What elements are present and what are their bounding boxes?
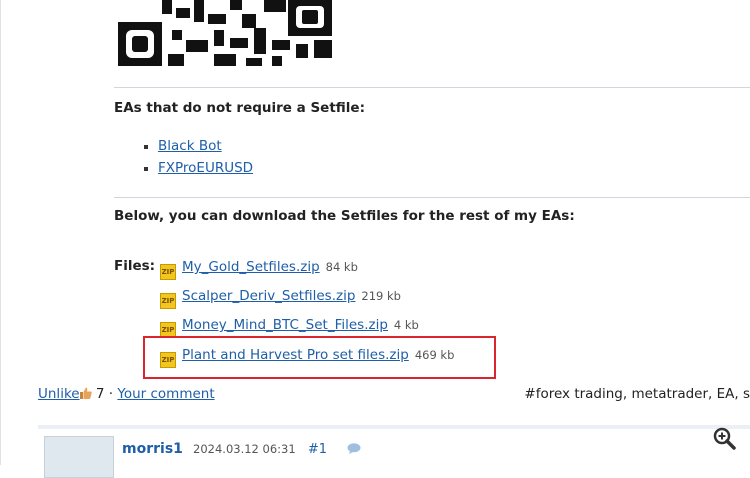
file-row: ZIP Money_Mind_BTC_Set_Files.zip 4 kb	[160, 314, 419, 338]
divider-1	[114, 87, 750, 88]
bullet-icon	[144, 145, 148, 149]
post-header: morris1 2024.03.12 06:31 #1	[122, 441, 361, 457]
like-count: 7	[95, 386, 105, 402]
zip-file-icon: ZIP	[160, 264, 176, 280]
post-timestamp: 2024.03.12 06:31	[193, 442, 296, 456]
thumbs-up-icon	[79, 387, 92, 399]
zoom-in-icon[interactable]	[712, 426, 736, 450]
no-setfile-list: Black Bot FXProEURUSD	[142, 135, 253, 179]
file-link[interactable]: My_Gold_Setfiles.zip	[182, 259, 320, 275]
list-item: Black Bot	[142, 135, 253, 157]
files-label: Files:	[114, 258, 156, 274]
post-separator	[38, 425, 750, 429]
bullet-icon	[144, 167, 148, 171]
file-size: 219 kb	[361, 289, 401, 303]
highlight-box	[143, 336, 496, 379]
your-comment-link[interactable]: Your comment	[117, 386, 214, 402]
author-name-link[interactable]: morris1	[122, 441, 183, 457]
file-size: 4 kb	[393, 318, 419, 332]
file-size: 84 kb	[325, 260, 358, 274]
list-item: FXProEURUSD	[142, 157, 253, 179]
setfiles-heading: Below, you can download the Setfiles for…	[114, 208, 575, 224]
qr-code-image	[118, 0, 332, 66]
footer-separator: ·	[108, 386, 114, 402]
reply-bubble-icon[interactable]	[347, 443, 361, 454]
file-row: ZIP Scalper_Deriv_Setfiles.zip 219 kb	[160, 285, 401, 309]
avatar[interactable]	[44, 436, 114, 478]
content-left-border	[0, 0, 1, 465]
file-link[interactable]: Scalper_Deriv_Setfiles.zip	[182, 288, 355, 304]
post-tags: #forex trading, metatrader, EA, s	[524, 386, 750, 402]
zip-file-icon: ZIP	[160, 293, 176, 309]
no-setfile-heading: EAs that do not require a Setfile:	[114, 100, 365, 116]
unlike-link[interactable]: Unlike	[38, 386, 80, 402]
file-link[interactable]: Money_Mind_BTC_Set_Files.zip	[182, 317, 388, 333]
post-number-link[interactable]: #1	[308, 442, 327, 457]
file-row: ZIP My_Gold_Setfiles.zip 84 kb	[160, 256, 358, 280]
link-fxproeurusd[interactable]: FXProEURUSD	[158, 160, 253, 176]
link-black-bot[interactable]: Black Bot	[158, 138, 222, 154]
divider-2	[114, 197, 750, 198]
